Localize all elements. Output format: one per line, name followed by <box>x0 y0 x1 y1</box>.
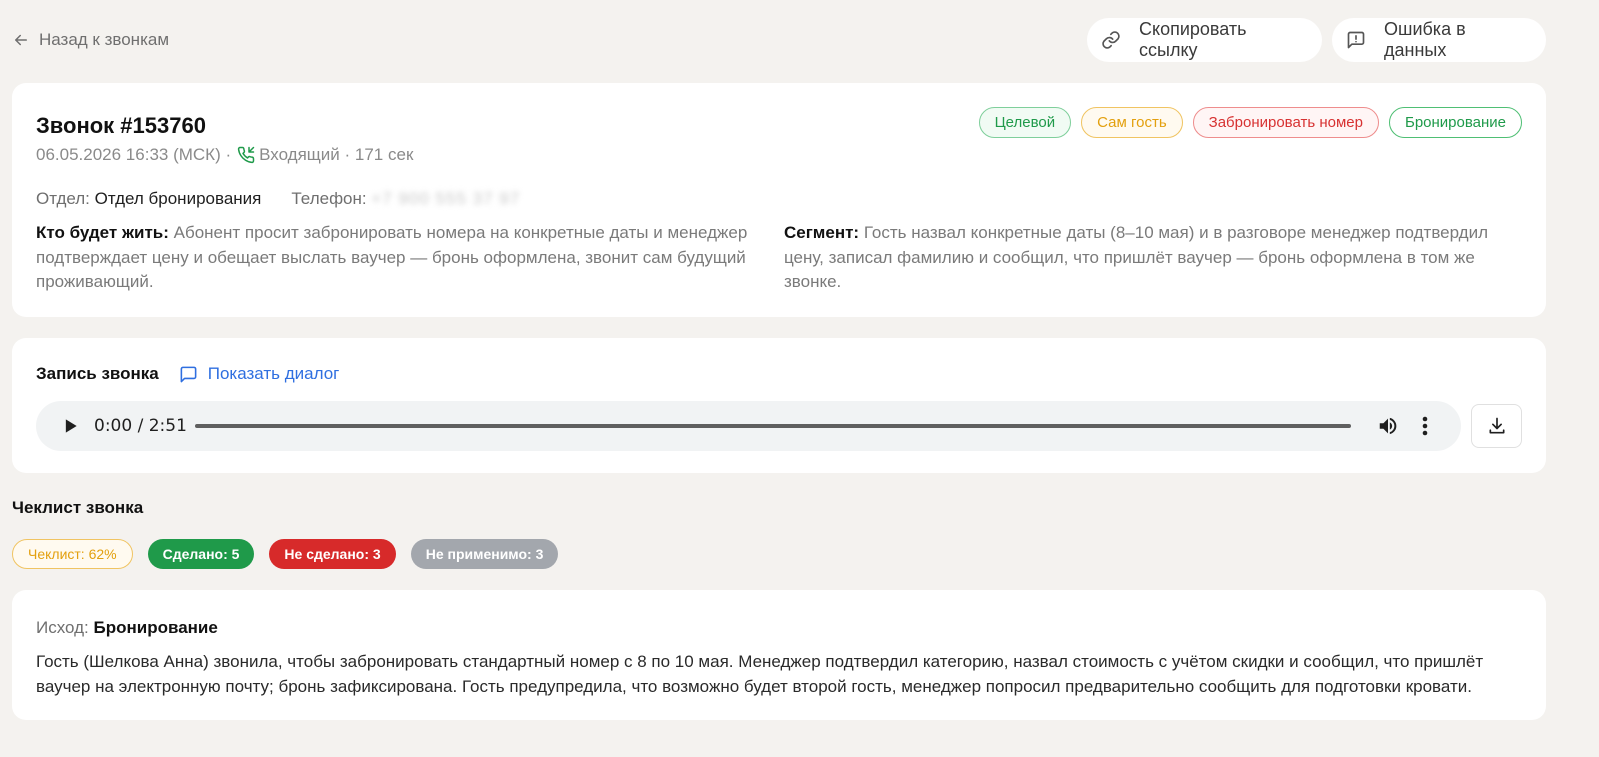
outcome-card: Исход: Бронирование Гость (Шелкова Анна)… <box>12 590 1546 720</box>
tag-guest-self: Сам гость <box>1081 107 1183 138</box>
back-label: Назад к звонкам <box>39 30 170 49</box>
play-icon[interactable] <box>60 416 80 436</box>
phone-label: Телефон: <box>291 189 367 208</box>
recording-title: Запись звонка <box>36 364 159 383</box>
call-info-card: Звонок #153760 06.05.2026 16:33 (МСК) · … <box>12 83 1546 317</box>
phone-value: +7 900 555 37 97 <box>371 189 521 208</box>
incoming-call-icon <box>237 146 255 164</box>
download-icon <box>1489 417 1504 434</box>
report-error-label: Ошибка в данных <box>1384 19 1466 60</box>
department-value: Отдел бронирования <box>94 189 262 208</box>
copy-link-label: Скопировать ссылку <box>1139 19 1247 60</box>
playback-time: 0:00 / 2:51 <box>94 416 187 436</box>
checklist-title: Чеклист звонка <box>12 498 144 517</box>
who-label: Кто будет жить: <box>36 223 169 242</box>
tag-target: Целевой <box>978 107 1072 138</box>
recording-header: Запись звонка Показать диалог <box>36 364 339 384</box>
call-duration: · 171 сек <box>344 145 414 164</box>
department-field: Отдел: Отдел бронирования <box>36 189 261 209</box>
tag-booking: Бронирование <box>1388 107 1522 138</box>
link-icon <box>1101 30 1121 50</box>
outcome-summary: Гость (Шелкова Анна) звонила, чтобы забр… <box>36 652 1484 696</box>
outcome-value: Бронирование <box>93 618 218 637</box>
outcome-label: Исход: <box>36 618 89 637</box>
show-dialog-link[interactable]: Показать диалог <box>179 364 340 384</box>
department-label: Отдел: <box>36 189 90 208</box>
not-done-count-badge[interactable]: Не сделано: 3 <box>269 539 396 569</box>
message-alert-icon <box>1346 30 1366 50</box>
report-error-button[interactable]: Ошибка в данных <box>1332 18 1546 62</box>
recording-card: Запись звонка Показать диалог 0:00 / 2:5… <box>12 338 1546 473</box>
phone-field: Телефон: +7 900 555 37 97 <box>291 189 520 209</box>
arrow-left-icon <box>15 34 27 46</box>
segment-label: Сегмент: <box>784 223 860 242</box>
chat-icon <box>179 365 198 384</box>
not-applicable-count-badge[interactable]: Не применимо: 3 <box>410 539 559 569</box>
show-dialog-label: Показать диалог <box>207 364 340 383</box>
copy-link-button[interactable]: Скопировать ссылку <box>1087 18 1322 62</box>
call-tags: Целевой Сам гость Забронировать номер Бр… <box>978 107 1522 138</box>
done-count-badge[interactable]: Сделано: 5 <box>147 539 255 569</box>
checklist-score-badge: Чеклист: 62% <box>12 539 133 569</box>
volume-icon[interactable] <box>1377 415 1399 437</box>
checklist-badges: Чеклист: 62% Сделано: 5 Не сделано: 3 Не… <box>12 539 559 569</box>
who-will-stay: Кто будет жить: Абонент просит заброниро… <box>36 221 752 295</box>
call-datetime: 06.05.2026 16:33 (МСК) · <box>36 145 232 164</box>
more-options-icon[interactable] <box>1421 415 1429 437</box>
back-to-calls-link[interactable]: Назад к звонкам <box>12 30 169 50</box>
segment-text: Гость назвал конкретные даты (8–10 мая) … <box>784 223 1489 291</box>
tag-book-room: Забронировать номер <box>1192 107 1379 138</box>
top-actions: Скопировать ссылку Ошибка в данных <box>1087 18 1546 62</box>
call-meta: 06.05.2026 16:33 (МСК) · Входящий · 171 … <box>36 145 413 165</box>
department-phone-row: Отдел: Отдел бронирования Телефон: +7 90… <box>36 189 520 209</box>
outcome-line: Исход: Бронирование <box>36 618 218 638</box>
playback-progress-slider[interactable] <box>195 424 1351 428</box>
segment: Сегмент: Гость назвал конкретные даты (8… <box>784 221 1500 295</box>
download-button[interactable] <box>1471 404 1522 448</box>
call-direction: Входящий <box>259 145 340 164</box>
call-title: Звонок #153760 <box>36 113 206 138</box>
audio-player: 0:00 / 2:51 <box>36 401 1461 451</box>
top-bar: Назад к звонкам Скопировать ссылку Ошибк… <box>12 18 1546 64</box>
